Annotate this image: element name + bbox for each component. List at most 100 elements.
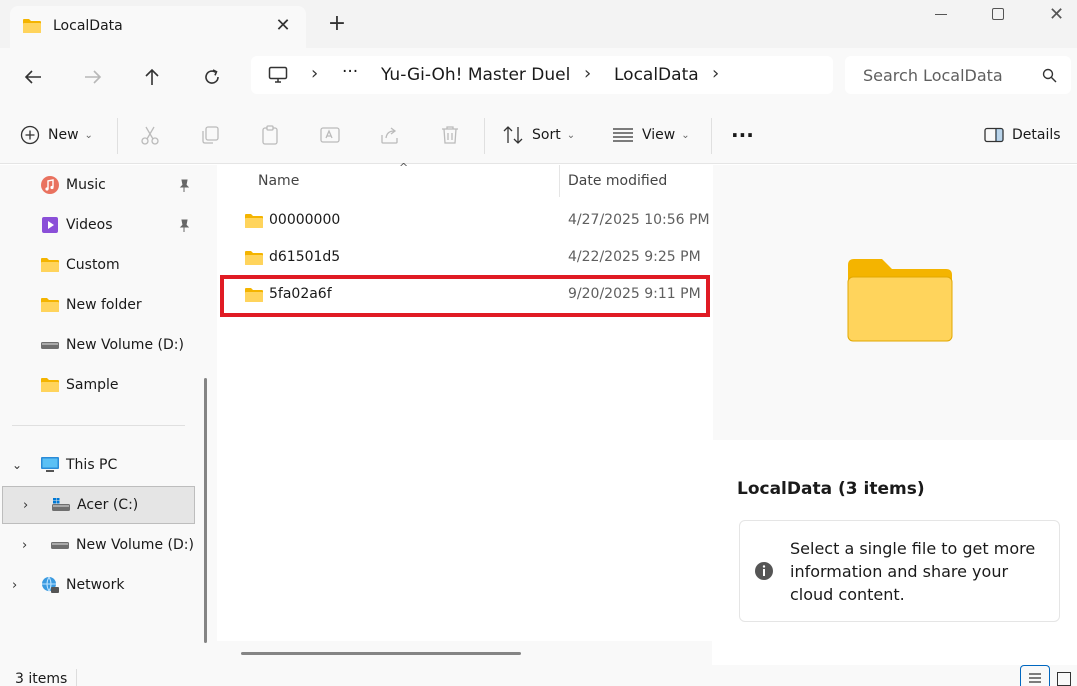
new-tab-icon[interactable]: + [326,13,348,36]
breadcrumb-chevron-icon[interactable]: › [712,63,719,84]
plus-circle-icon [20,125,40,145]
details-info-card: Select a single file to get more informa… [739,520,1060,622]
table-row[interactable]: 00000000 4/27/2025 10:56 PM [217,203,712,239]
search-icon[interactable] [1042,68,1057,83]
sidebar-item-label: Videos [66,217,113,233]
table-row[interactable]: d61501d5 4/22/2025 9:25 PM [217,240,712,276]
sort-ascending-icon: ^ [399,161,409,174]
refresh-icon [205,69,219,84]
refresh-button[interactable] [197,63,227,91]
tab-localdata[interactable]: LocalData ✕ [10,6,306,48]
sidebar-item-label: Acer (C:) [77,497,139,513]
sidebar-item-label: This PC [66,457,118,473]
details-title: LocalData (3 items) [737,479,925,499]
navigation-bar: › ··· Yu-Gi-Oh! Master Duel › LocalData … [0,48,1077,106]
sidebar-scroll-thumb[interactable] [204,378,207,643]
breadcrumb-master-duel[interactable]: Yu-Gi-Oh! Master Duel [381,65,570,85]
drive-icon [50,535,70,555]
sidebar-item-music[interactable]: Music [40,167,106,203]
minimize-button[interactable] [911,0,971,30]
computer-icon [268,66,288,83]
chevron-right-icon[interactable]: › [12,578,28,593]
copy-button[interactable] [199,121,221,149]
details-pane-button[interactable]: Details [984,121,1061,149]
breadcrumb-localdata[interactable]: LocalData [614,65,699,85]
file-list: ^ Name Date modified 00000000 4/27/2025 … [217,161,712,665]
share-button[interactable] [379,121,401,149]
horizontal-scroll-thumb[interactable] [241,652,521,655]
sidebar-item-network[interactable]: › Network [12,567,124,603]
pin-icon[interactable] [177,179,191,193]
forward-button[interactable] [78,63,108,91]
music-icon [40,175,60,195]
new-button[interactable]: New ⌄ [20,121,93,149]
tiles-view-button[interactable] [1057,672,1071,686]
folder-icon [40,255,60,275]
status-divider [76,669,77,686]
back-button[interactable] [18,63,48,91]
maximize-button[interactable] [968,0,1028,30]
details-view-button[interactable] [1020,665,1050,686]
details-pane-icon [984,127,1004,143]
sidebar-item-new-volume-d[interactable]: New Volume (D:) [40,327,184,363]
delete-button[interactable] [439,121,461,149]
rename-icon [320,127,340,143]
pc-icon [40,455,60,475]
chevron-down-icon: ⌄ [566,129,576,141]
view-label: View [642,127,676,143]
column-header-name[interactable]: Name [258,173,299,189]
drive-icon [40,335,60,355]
sidebar-item-acer-c[interactable]: › Acer (C:) [2,486,195,524]
chevron-down-icon: ⌄ [84,129,93,141]
sidebar-item-this-pc[interactable]: ⌄ This PC [12,447,117,483]
sidebar-item-sample[interactable]: Sample [40,367,119,403]
folder-icon [40,375,60,395]
chevron-right-icon[interactable]: › [22,538,38,553]
breadcrumb-ellipsis[interactable]: ··· [342,62,358,82]
trash-icon [442,126,458,144]
large-folder-icon [847,259,953,342]
search-box[interactable]: Search LocalData [845,56,1071,94]
column-divider[interactable] [559,165,560,197]
windows-drive-icon [51,495,71,515]
chevron-down-icon: ⌄ [681,129,690,141]
chevron-right-icon[interactable]: › [23,498,39,513]
view-list-icon [613,128,633,142]
sort-button[interactable]: Sort ⌄ [502,121,575,149]
details-message: Select a single file to get more informa… [790,539,1036,604]
sidebar-item-custom[interactable]: Custom [40,247,120,283]
sidebar-item-new-folder[interactable]: New folder [40,287,142,323]
item-count: 3 items [15,671,68,686]
folder-icon [23,19,41,33]
videos-icon [40,215,60,235]
network-icon [40,575,60,595]
sidebar-divider [12,425,185,426]
chevron-down-icon[interactable]: ⌄ [12,458,28,472]
address-bar[interactable]: › ··· Yu-Gi-Oh! Master Duel › LocalData … [251,56,833,94]
sort-icon [503,126,523,144]
close-tab-icon[interactable]: ✕ [272,15,294,37]
new-label: New [48,127,79,143]
share-icon [381,127,398,144]
sidebar-item-new-volume-d-2[interactable]: › New Volume (D:) [22,527,194,563]
column-header-date-modified[interactable]: Date modified [568,173,667,189]
sidebar-scrollbar[interactable] [197,165,217,665]
info-icon [755,562,773,580]
sidebar-item-label: Sample [66,377,119,393]
sidebar-item-label: New folder [66,297,142,313]
arrow-right-icon [85,70,102,84]
paste-button[interactable] [259,121,281,149]
cut-button[interactable] [139,121,161,149]
pin-icon[interactable] [177,219,191,233]
up-button[interactable] [137,63,167,91]
view-button[interactable]: View ⌄ [612,121,690,149]
more-options-button[interactable]: ··· [731,121,754,149]
search-input[interactable]: Search LocalData [863,66,1003,85]
close-window-button[interactable]: ✕ [1026,0,1077,30]
scissors-icon [141,126,159,145]
sidebar-item-videos[interactable]: Videos [40,207,113,243]
rename-button[interactable] [319,121,341,149]
highlight-box [220,275,710,317]
file-date: 4/27/2025 10:56 PM [568,212,710,228]
paste-icon [262,125,278,145]
